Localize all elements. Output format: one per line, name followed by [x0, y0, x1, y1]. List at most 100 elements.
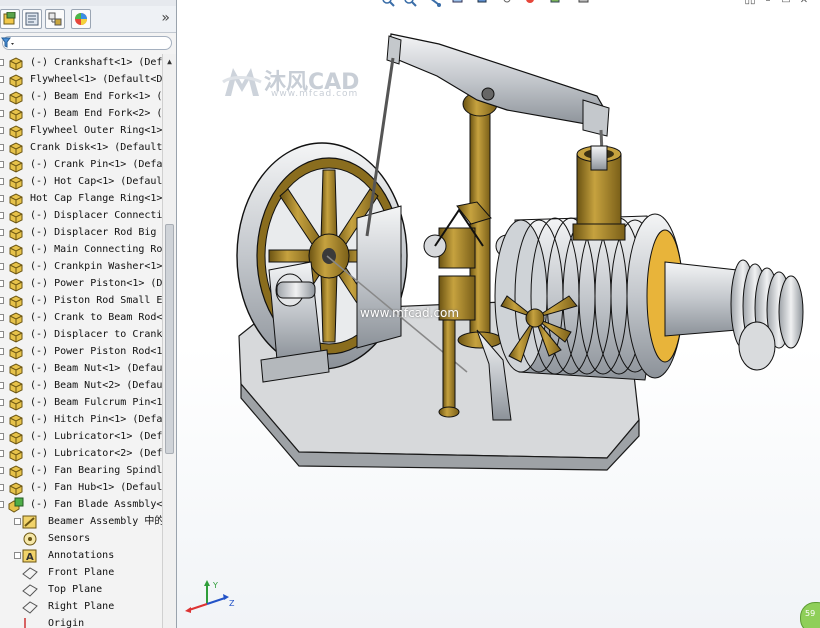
finned-cylinder [494, 213, 804, 381]
expand-toggle-icon[interactable] [0, 59, 4, 66]
tree-item[interactable]: (-) Crankshaft<1> (Defa [0, 54, 162, 71]
tree-item[interactable]: Right Plane [0, 598, 162, 615]
tree-item-label: (-) Fan Bearing Spindle [30, 465, 162, 476]
tree-item[interactable]: Flywheel<1> (Default<D [0, 71, 162, 88]
scroll-thumb[interactable] [165, 224, 174, 454]
part-icon [8, 140, 24, 156]
expand-toggle-icon[interactable] [0, 93, 4, 100]
tree-item[interactable]: Top Plane [0, 581, 162, 598]
scroll-up-arrow-icon[interactable]: ▲ [163, 56, 176, 68]
tree-item[interactable]: A Annotations [0, 547, 162, 564]
expand-toggle-icon[interactable] [0, 263, 4, 270]
expand-toggle-icon[interactable] [14, 518, 21, 525]
expand-toggle-icon[interactable] [0, 110, 4, 117]
tree-item[interactable]: (-) Displacer to Crank [0, 326, 162, 343]
tree-item[interactable]: (-) Displacer Rod Big E [0, 224, 162, 241]
rebuild-status-indicator[interactable]: 59 [800, 602, 820, 628]
expand-toggle-icon[interactable] [0, 161, 4, 168]
tree-item[interactable]: (-) Crank to Beam Rod<1 [0, 309, 162, 326]
expand-toggle-icon[interactable] [0, 178, 4, 185]
expand-toggle-icon[interactable] [0, 501, 4, 508]
part-icon [8, 395, 24, 411]
configuration-manager-icon[interactable] [45, 9, 65, 29]
expand-toggle-icon[interactable] [0, 280, 4, 287]
tree-item[interactable]: (-) Displacer Connectin [0, 207, 162, 224]
tree-item[interactable]: Crank Disk<1> (Default< [0, 139, 162, 156]
tree-item[interactable]: (-) Beam End Fork<2> (D [0, 105, 162, 122]
tree-item[interactable]: (-) Hot Cap<1> (Default [0, 173, 162, 190]
expand-toggle-icon[interactable] [0, 450, 4, 457]
expand-toggle-icon[interactable] [0, 144, 4, 151]
expand-toggle-icon[interactable] [0, 246, 4, 253]
expand-toggle-icon[interactable] [0, 229, 4, 236]
tree-item[interactable]: Hot Cap Flange Ring<1> [0, 190, 162, 207]
tree-item[interactable]: Origin [0, 615, 162, 628]
tree-item[interactable]: (-) Power Piston<1> (De [0, 275, 162, 292]
property-manager-icon[interactable] [22, 9, 42, 29]
tree-item[interactable]: (-) Fan Hub<1> (Default [0, 479, 162, 496]
feature-manager-panel: » (-) Crankshaft<1> (Defa Flywheel<1> (De… [0, 0, 177, 628]
expand-toggle-icon[interactable] [0, 382, 4, 389]
expand-toggle-icon[interactable] [0, 212, 4, 219]
tree-item-label: (-) Power Piston Rod<1> [30, 346, 162, 357]
expand-toggle-icon[interactable] [0, 399, 4, 406]
stirling-engine-model[interactable] [177, 0, 820, 628]
tree-item-label: Origin [48, 618, 85, 628]
expand-toggle-icon[interactable] [14, 552, 21, 559]
tree-item[interactable]: (-) Lubricator<2> (Defa [0, 445, 162, 462]
part-icon [8, 123, 24, 139]
tree-item-label: Hot Cap Flange Ring<1> [30, 193, 162, 204]
manager-tabs: » [0, 6, 176, 33]
tree-item[interactable]: (-) Beam Nut<1> (Defaul [0, 360, 162, 377]
tree-item[interactable]: Flywheel Outer Ring<1> [0, 122, 162, 139]
tree-item-label: (-) Piston Rod Small En [30, 295, 162, 306]
tree-item[interactable]: (-) Fan Bearing Spindle [0, 462, 162, 479]
tree-item-label: (-) Fan Hub<1> (Default [30, 482, 162, 493]
tree-item-label: (-) Beam Nut<2> (Defaul [30, 380, 162, 391]
expand-toggle-icon[interactable] [0, 331, 4, 338]
walking-beam [386, 33, 610, 137]
expand-toggle-icon[interactable] [0, 365, 4, 372]
tree-item[interactable]: (-) Crank Pin<1> (Defau [0, 156, 162, 173]
tree-item[interactable]: (-) Hitch Pin<1> (Defau [0, 411, 162, 428]
svg-text:A: A [26, 552, 34, 563]
expand-toggle-icon[interactable] [0, 76, 4, 83]
tree-item[interactable]: (-) Beam End Fork<1> (D [0, 88, 162, 105]
more-tabs-chevron-icon[interactable]: » [161, 10, 170, 26]
expand-toggle-icon[interactable] [0, 195, 4, 202]
graphics-area[interactable]: ▯▯ – ▭ ✕ 沐风CAD www.mfcad.com www.mfcad.c… [177, 0, 820, 628]
tree-item[interactable]: (-) Piston Rod Small En [0, 292, 162, 309]
tree-item[interactable]: (-) Beam Nut<2> (Defaul [0, 377, 162, 394]
tree-item-label: (-) Lubricator<1> (Defa [30, 431, 162, 442]
tree-item-label: Front Plane [48, 567, 115, 578]
feature-manager-icon[interactable] [0, 9, 20, 29]
tree-item-label: Flywheel<1> (Default<D [30, 74, 162, 85]
expand-toggle-icon[interactable] [0, 127, 4, 134]
part-icon [8, 208, 24, 224]
tree-item[interactable]: Beamer Assembly 中的 [0, 513, 162, 530]
part-icon [8, 174, 24, 190]
svg-text:Z: Z [229, 599, 235, 608]
tree-scrollbar[interactable]: ▲ [162, 54, 176, 628]
expand-toggle-icon[interactable] [0, 467, 4, 474]
tree-item[interactable]: (-) Fan Blade Assmbly<1 [0, 496, 162, 513]
expand-toggle-icon[interactable] [0, 314, 4, 321]
appearance-manager-icon[interactable] [71, 9, 91, 29]
tree-item[interactable]: (-) Lubricator<1> (Defa [0, 428, 162, 445]
filter-input[interactable] [1, 36, 172, 50]
tree-item-label: (-) Beam Fulcrum Pin<1> [30, 397, 162, 408]
tree-item-label: (-) Fan Blade Assmbly<1 [30, 499, 162, 510]
expand-toggle-icon[interactable] [0, 297, 4, 304]
expand-toggle-icon[interactable] [0, 484, 4, 491]
tree-item[interactable]: (-) Power Piston Rod<1> [0, 343, 162, 360]
tree-item[interactable]: Front Plane [0, 564, 162, 581]
tree-item-label: (-) Beam End Fork<1> (D [30, 91, 162, 102]
filter-icon[interactable] [1, 37, 15, 49]
tree-item[interactable]: Sensors [0, 530, 162, 547]
expand-toggle-icon[interactable] [0, 348, 4, 355]
expand-toggle-icon[interactable] [0, 433, 4, 440]
tree-item[interactable]: (-) Beam Fulcrum Pin<1> [0, 394, 162, 411]
tree-item[interactable]: (-) Crankpin Washer<1> [0, 258, 162, 275]
expand-toggle-icon[interactable] [0, 416, 4, 423]
tree-item[interactable]: (-) Main Connecting Rod [0, 241, 162, 258]
